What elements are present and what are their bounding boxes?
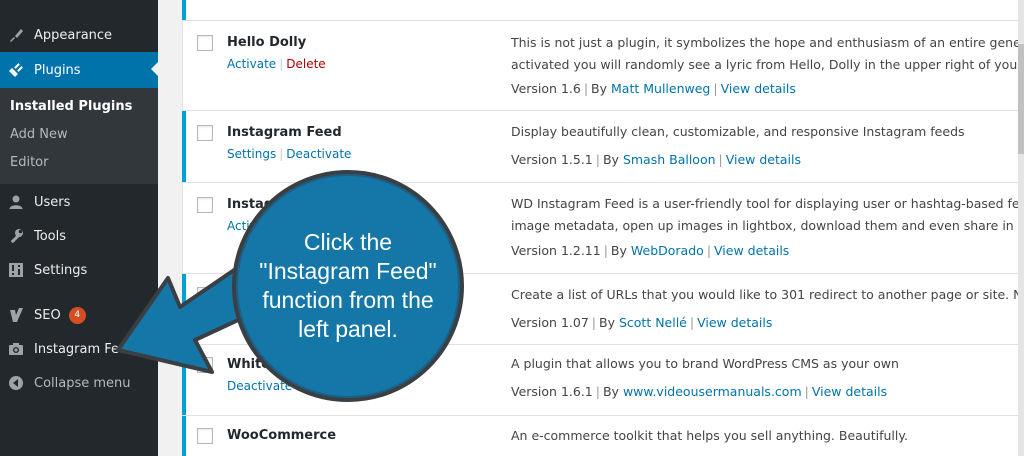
active-row-indicator	[182, 111, 186, 182]
plugin-meta: Version 1.2.11 | By WebDorado | View details	[511, 243, 790, 258]
plugin-meta: Version 1.07 | By Scott Nellé | View details	[511, 315, 773, 330]
table-row-partial	[182, 0, 1024, 21]
collapse-menu-label: Collapse menu	[34, 375, 131, 391]
menu-instagram-feed[interactable]: Instagram Feed	[0, 332, 158, 366]
row-actions: Settings | Deactivate	[227, 147, 352, 161]
row-checkbox[interactable]	[197, 35, 213, 51]
collapse-arrow-icon	[8, 375, 24, 391]
settings-link[interactable]: Settings	[227, 147, 276, 161]
callout-text: Click the "Instagram Feed" function from…	[259, 229, 437, 342]
submenu-editor[interactable]: Editor	[10, 155, 48, 170]
scrollbar-thumb[interactable]	[1018, 44, 1024, 154]
deactivate-link[interactable]: Deactivate	[286, 147, 351, 161]
plugin-meta: Version 1.6 | By Matt Mullenweg | View detai…	[511, 81, 796, 96]
view-details-link[interactable]: View details	[812, 384, 887, 399]
callout-bubble: Click the "Instagram Feed" function from…	[232, 170, 464, 402]
yoast-icon	[8, 307, 24, 323]
author-link[interactable]: Scott Nellé	[619, 315, 687, 330]
vertical-scrollbar[interactable]	[1018, 0, 1024, 456]
menu-plugins-label: Plugins	[34, 62, 81, 78]
view-details-link[interactable]: View details	[714, 243, 789, 258]
menu-settings[interactable]: Settings	[0, 253, 158, 287]
menu-seo-label: SEO	[34, 307, 61, 323]
submenu-add-new[interactable]: Add New	[10, 127, 68, 142]
plugins-submenu: Installed Plugins Add New Editor	[0, 88, 158, 184]
plugin-meta: Version 1.6.1 | By www.videousermanuals.co…	[511, 384, 888, 399]
wrench-icon	[8, 228, 24, 244]
camera-icon	[8, 341, 24, 357]
user-icon	[8, 194, 24, 210]
plugin-description: An e-commerce toolkit that helps you sel…	[511, 428, 908, 443]
menu-plugins[interactable]: Plugins	[0, 52, 159, 88]
plugin-meta: Version 1.5.1 | By Smash Balloon | View deta…	[511, 152, 802, 167]
admin-sidebar: Appearance Plugins Installed Plugins Add…	[0, 0, 159, 456]
row-actions: Activate | Delete	[227, 57, 326, 71]
table-row: WooCommerce An e-commerce toolkit that h…	[182, 416, 1024, 456]
collapse-menu-button[interactable]: Collapse menu	[0, 366, 158, 400]
seo-notification-badge: 4	[68, 306, 86, 324]
plug-icon	[8, 62, 24, 78]
view-details-link[interactable]: View details	[721, 81, 796, 96]
menu-tools[interactable]: Tools	[0, 219, 158, 253]
table-row: Hello Dolly Activate | Delete This is not …	[183, 21, 1024, 111]
delete-link[interactable]: Delete	[286, 57, 325, 71]
paintbrush-icon	[8, 27, 24, 43]
menu-instagram-feed-label: Instagram Feed	[34, 341, 136, 357]
plugin-description: This is not just a plugin, it symbolizes…	[511, 35, 1024, 72]
menu-seo[interactable]: SEO 4	[0, 298, 158, 332]
row-checkbox[interactable]	[197, 197, 213, 213]
row-checkbox[interactable]	[197, 125, 213, 141]
row-checkbox[interactable]	[197, 287, 213, 303]
plugin-description: Display beautifully clean, customizable,…	[511, 124, 965, 139]
menu-tools-label: Tools	[34, 228, 67, 244]
active-row-indicator	[182, 0, 186, 20]
row-checkbox[interactable]	[197, 428, 213, 444]
active-row-indicator	[182, 274, 186, 344]
plugin-description: A plugin that allows you to brand WordPr…	[511, 356, 899, 371]
menu-appearance-label: Appearance	[34, 27, 113, 43]
submenu-installed-plugins[interactable]: Installed Plugins	[10, 99, 132, 114]
menu-users-label: Users	[34, 194, 71, 210]
author-link[interactable]: Matt Mullenweg	[611, 81, 710, 96]
active-row-indicator	[182, 416, 186, 456]
plugin-name: Hello Dolly	[227, 35, 307, 50]
plugin-description: WD Instagram Feed is a user-friendly too…	[511, 196, 1024, 233]
author-link[interactable]: Smash Balloon	[623, 152, 716, 167]
plugin-name: Instagram Feed	[227, 125, 342, 140]
active-row-indicator	[182, 345, 186, 415]
plugin-name: WooCommerce	[227, 428, 337, 443]
plugin-description: Create a list of URLs that you would lik…	[511, 287, 1024, 302]
view-details-link[interactable]: View details	[697, 315, 772, 330]
activate-link[interactable]: Activate	[227, 57, 276, 71]
sliders-icon	[8, 262, 24, 278]
author-link[interactable]: www.videousermanuals.com	[623, 384, 802, 399]
menu-appearance[interactable]: Appearance	[0, 18, 158, 52]
menu-users[interactable]: Users	[0, 185, 158, 219]
table-row: Instagram Feed Settings | Deactivate Displ…	[182, 111, 1024, 183]
view-details-link[interactable]: View details	[726, 152, 801, 167]
row-checkbox[interactable]	[197, 357, 213, 373]
author-link[interactable]: WebDorado	[631, 243, 704, 258]
menu-settings-label: Settings	[34, 262, 88, 278]
